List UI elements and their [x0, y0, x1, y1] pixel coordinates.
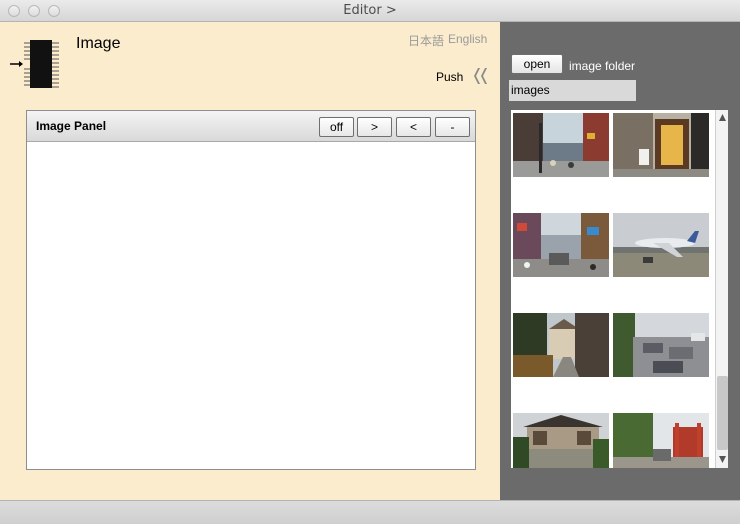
- thumbnail-temple-gate[interactable]: [513, 413, 609, 468]
- chip-icon: [10, 40, 59, 88]
- thumbnail-rooftop-view[interactable]: [613, 313, 709, 377]
- minus-button[interactable]: -: [435, 117, 470, 137]
- open-folder-button[interactable]: open: [511, 54, 563, 74]
- image-panel-header: Image Panel off > < -: [27, 111, 475, 142]
- image-panel: Image Panel off > < -: [26, 110, 476, 470]
- scroll-up-arrow-icon[interactable]: [718, 113, 727, 122]
- thumbnail-shop-entrance[interactable]: [613, 113, 709, 177]
- scroll-thumb[interactable]: [717, 376, 728, 450]
- scroll-down-arrow-icon[interactable]: [718, 455, 727, 464]
- image-folder-label: image folder: [569, 59, 636, 73]
- thumbnail-old-building-lane[interactable]: [513, 313, 609, 377]
- thumbnail-street-scene-2[interactable]: [513, 213, 609, 277]
- image-panel-title: Image Panel: [36, 119, 107, 133]
- left-panel: Image 日本語 English Push Image Panel off >…: [0, 22, 500, 500]
- window-title: Editor >: [343, 3, 397, 18]
- gallery-scrollbar[interactable]: [715, 110, 728, 468]
- right-panel: open image folder images: [500, 22, 740, 500]
- next-button[interactable]: >: [357, 117, 392, 137]
- push-label[interactable]: Push: [436, 70, 463, 84]
- previous-button[interactable]: <: [396, 117, 431, 137]
- title-bar: Editor >: [0, 0, 740, 22]
- language-japanese-link[interactable]: 日本語: [408, 32, 444, 49]
- off-button[interactable]: off: [319, 117, 354, 137]
- image-folder-field[interactable]: images: [509, 80, 636, 101]
- page-title: Image: [76, 35, 121, 52]
- thumbnail-shrine-garden[interactable]: [613, 413, 709, 468]
- double-chevron-left-icon[interactable]: [470, 66, 488, 86]
- language-english-link[interactable]: English: [448, 32, 487, 46]
- thumbnail-gallery[interactable]: [511, 110, 715, 468]
- thumbnail-street-scene-1[interactable]: [513, 113, 609, 177]
- status-bar: [0, 500, 740, 524]
- image-display-area[interactable]: [27, 143, 475, 469]
- thumbnail-airplane-on-runway[interactable]: [613, 213, 709, 277]
